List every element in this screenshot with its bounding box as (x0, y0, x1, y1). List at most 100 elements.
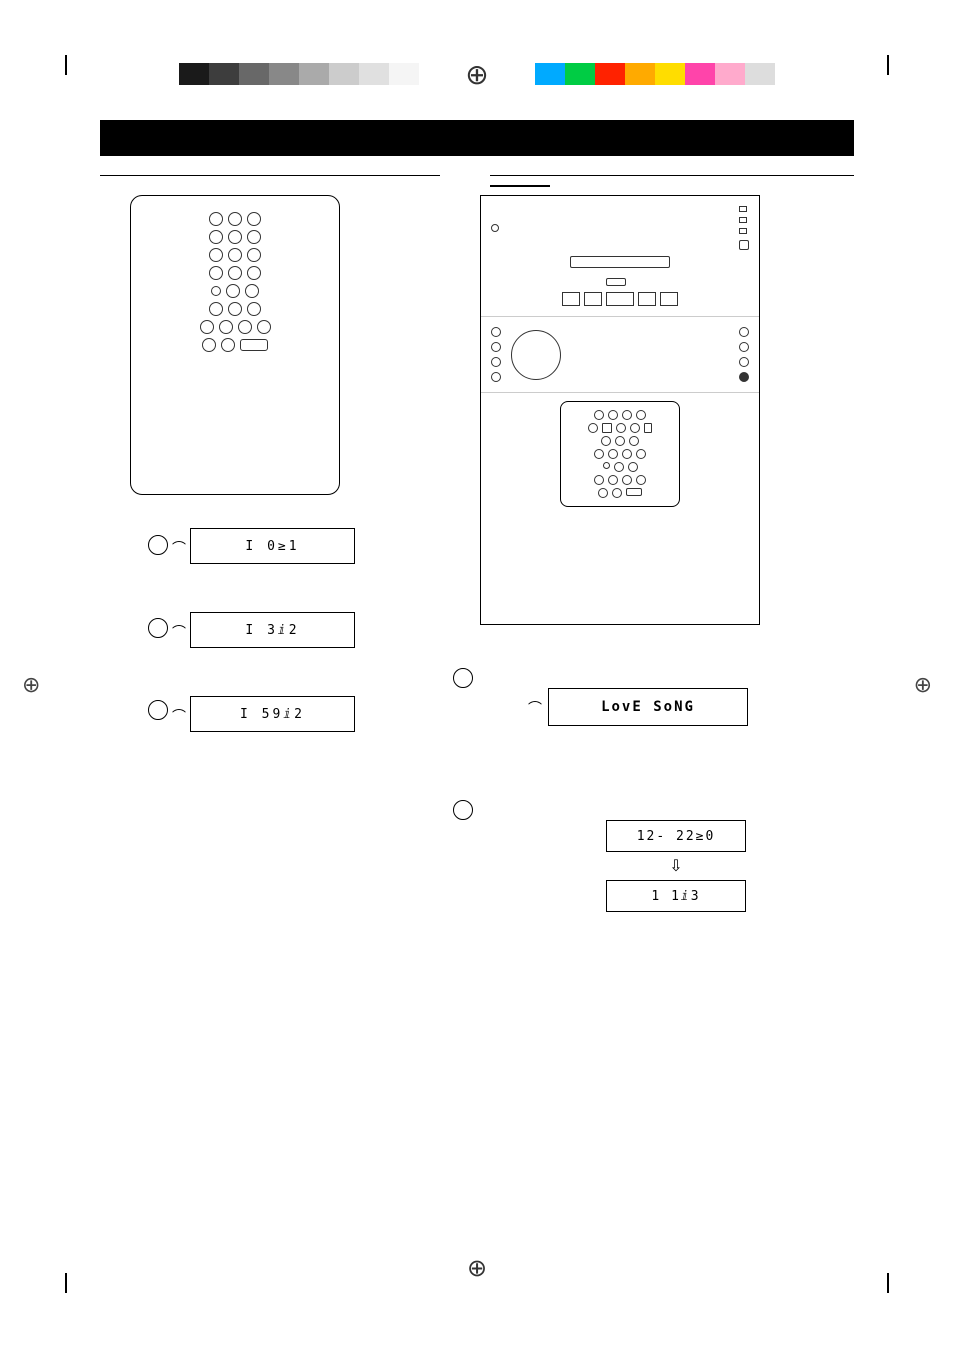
remote-row-2 (209, 230, 261, 244)
stereo-top-row1 (491, 206, 749, 250)
mr-btn-8 (601, 436, 611, 446)
mr-row-6 (594, 475, 646, 485)
mr-btn-3 (622, 410, 632, 420)
rbtn-13 (226, 284, 240, 298)
stereo-dots-right (739, 206, 749, 250)
mr-btn-6 (616, 423, 626, 433)
s-btn-3 (491, 357, 501, 367)
rbtn-15 (209, 302, 223, 316)
mr-btn-17 (594, 475, 604, 485)
display-text-3: I 59ⅈ2 (240, 707, 305, 722)
bottom-text-line1: 12- 22≥0 (637, 829, 716, 844)
mini-remote-diagram (560, 401, 680, 507)
rbtn-6 (247, 230, 261, 244)
hr-right (490, 175, 854, 176)
rbtn-sm-1 (211, 286, 221, 296)
center-crosshair-top (459, 56, 495, 92)
mr-row-7 (598, 488, 642, 498)
display-panel-3: I 59ⅈ2 (190, 696, 355, 732)
rbtn-2 (228, 212, 242, 226)
s-btn-8 (739, 372, 749, 382)
remote-row-1 (209, 212, 261, 226)
rbtn-17 (247, 302, 261, 316)
mr-btn-7 (630, 423, 640, 433)
bottom-arrow: ⇩ (606, 852, 746, 880)
mr-row-3 (601, 436, 639, 446)
love-song-display: LovE SoNG (548, 688, 748, 726)
left-crosshair: ⊕ (22, 672, 40, 698)
mr-btn-16 (628, 462, 638, 472)
mr-btn-19 (622, 475, 632, 485)
mr-btn-1 (594, 410, 604, 420)
display-text-1: I 0≥1 (245, 539, 299, 554)
rbtn-9 (247, 248, 261, 262)
mr-btn-15 (614, 462, 624, 472)
mr-row-4 (594, 449, 646, 459)
rbtn-wide-1 (240, 339, 268, 351)
volume-knob (511, 330, 561, 380)
s-btn-7 (739, 357, 749, 367)
mr-btn-20 (636, 475, 646, 485)
mr-row-2 (588, 423, 652, 433)
rbtn-20 (238, 320, 252, 334)
right-crosshair: ⊕ (914, 672, 932, 698)
rbtn-22 (202, 338, 216, 352)
circle-label-3 (148, 700, 168, 720)
remote-row-7 (200, 320, 271, 334)
border-corner-bottom-right (887, 1273, 889, 1293)
mr-btn-22 (612, 488, 622, 498)
stereo-device-diagram (480, 195, 760, 625)
top-registration-bar (0, 60, 954, 88)
rbtn-21 (257, 320, 271, 334)
border-corner-top-left (65, 55, 67, 75)
header-bar (100, 120, 854, 156)
rbtn-11 (228, 266, 242, 280)
stereo-btn-1 (562, 292, 580, 306)
s-btn-2 (491, 342, 501, 352)
mr-btn-21 (598, 488, 608, 498)
stereo-left-buttons (491, 327, 501, 382)
headphone-icon-1: ⌒ (172, 538, 186, 558)
rbtn-23 (221, 338, 235, 352)
tape-slot (570, 256, 670, 268)
stereo-remote-section (481, 393, 759, 624)
mr-btn-18 (608, 475, 618, 485)
s-btn-1 (491, 327, 501, 337)
mr-btn-13 (622, 449, 632, 459)
mr-btn-11 (594, 449, 604, 459)
bottom-center-crosshair: ⊕ (467, 1254, 487, 1283)
mr-btn-12 (608, 449, 618, 459)
border-corner-top-right (887, 55, 889, 75)
headphone-icon-2: ⌒ (172, 622, 186, 642)
remote-row-3 (209, 248, 261, 262)
rbtn-19 (219, 320, 233, 334)
bottom-display-line1: 12- 22≥0 (606, 820, 746, 852)
rbtn-4 (209, 230, 223, 244)
stereo-top-section (481, 196, 759, 317)
rbtn-18 (200, 320, 214, 334)
mr-row-1 (594, 410, 646, 420)
stereo-mid-section (481, 317, 759, 393)
mr-btn-wide (626, 488, 642, 496)
mr-btn-14 (636, 449, 646, 459)
circle-label-4 (453, 668, 473, 688)
display-text-2: I 3ⅈ2 (245, 623, 299, 638)
stereo-btn-3 (638, 292, 656, 306)
stereo-buttons-row (491, 292, 749, 306)
remote-row-4 (209, 266, 261, 280)
rbtn-14 (245, 284, 259, 298)
s-btn-6 (739, 342, 749, 352)
rbtn-10 (209, 266, 223, 280)
bottom-text-line2: 1 1ⅈ3 (651, 889, 700, 904)
circle-label-1 (148, 535, 168, 555)
display-panel-1: I 0≥1 (190, 528, 355, 564)
mr-btn-5 (588, 423, 598, 433)
mr-btn-4 (636, 410, 646, 420)
remote-left-diagram (130, 195, 340, 495)
love-song-text: LovE SoNG (601, 699, 695, 715)
mr-btn-sm-1 (603, 462, 610, 469)
stereo-dot-left (491, 224, 499, 232)
circle-label-5 (453, 800, 473, 820)
rbtn-5 (228, 230, 242, 244)
bottom-display-line2: 1 1ⅈ3 (606, 880, 746, 912)
